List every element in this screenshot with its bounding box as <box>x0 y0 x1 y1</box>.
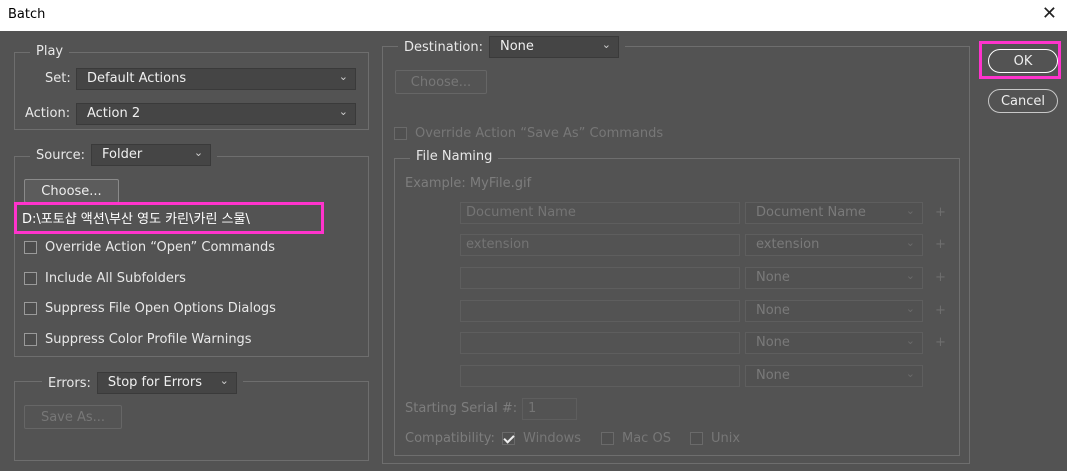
chevron-down-icon: ⌄ <box>193 146 204 159</box>
naming-select-4[interactable]: None ⌄ <box>745 300 923 322</box>
naming-select-value: None <box>756 368 790 383</box>
override-open-checkbox[interactable]: Override Action “Open” Commands <box>24 240 275 255</box>
destination-legend: Destination: None ⌄ <box>398 36 625 58</box>
action-dropdown[interactable]: Action 2 ⌄ <box>76 103 356 125</box>
naming-select-1[interactable]: Document Name ⌄ <box>745 202 923 224</box>
play-legend: Play <box>30 44 70 59</box>
include-subfolders-checkbox[interactable]: Include All Subfolders <box>24 271 186 286</box>
suppress-file-open-checkbox[interactable]: Suppress File Open Options Dialogs <box>24 301 276 316</box>
naming-select-value: extension <box>756 237 820 252</box>
override-open-label: Override Action “Open” Commands <box>45 240 275 255</box>
naming-field-2[interactable]: extension <box>460 234 740 256</box>
checkbox-box[interactable] <box>690 432 703 445</box>
compatibility-label: Compatibility: <box>405 431 495 446</box>
source-value: Folder <box>102 147 143 162</box>
source-choose-button[interactable]: Choose... <box>24 179 119 203</box>
source-label: Source: <box>36 147 86 163</box>
macos-label: Mac OS <box>622 431 671 446</box>
unix-checkbox[interactable]: Unix <box>690 431 740 446</box>
destination-dropdown[interactable]: None ⌄ <box>488 36 619 58</box>
starting-serial-input[interactable]: 1 <box>522 398 577 420</box>
close-icon[interactable]: ✕ <box>1042 3 1057 24</box>
naming-select-value: None <box>756 303 790 318</box>
chevron-down-icon: ⌄ <box>601 38 611 51</box>
add-row-icon[interactable]: + <box>935 205 946 220</box>
add-row-icon[interactable]: + <box>935 303 946 318</box>
errors-save-as-button[interactable]: Save As... <box>24 405 122 429</box>
highlight-box-path <box>14 202 324 234</box>
macos-checkbox[interactable]: Mac OS <box>601 431 671 446</box>
chevron-down-icon: ⌄ <box>905 334 915 347</box>
errors-label: Errors: <box>48 375 91 391</box>
naming-select-2[interactable]: extension ⌄ <box>745 234 923 256</box>
checkbox-box[interactable] <box>24 302 37 315</box>
source-legend: Source: Folder ⌄ <box>30 144 218 166</box>
file-naming-title: File Naming <box>416 149 493 164</box>
naming-field-6[interactable] <box>460 365 740 387</box>
errors-dropdown[interactable]: Stop for Errors ⌄ <box>96 372 237 394</box>
naming-select-3[interactable]: None ⌄ <box>745 267 923 289</box>
errors-value: Stop for Errors <box>107 375 202 390</box>
example-filename: Example: MyFile.gif <box>405 176 532 191</box>
add-row-icon[interactable]: + <box>935 335 946 350</box>
include-subfolders-label: Include All Subfolders <box>45 271 186 286</box>
suppress-color-checkbox[interactable]: Suppress Color Profile Warnings <box>24 332 252 347</box>
unix-label: Unix <box>711 431 741 446</box>
checkbox-box[interactable] <box>502 432 515 445</box>
windows-checkbox[interactable]: Windows <box>502 431 581 446</box>
naming-select-5[interactable]: None ⌄ <box>745 332 923 354</box>
file-naming-legend: File Naming <box>410 149 499 164</box>
source-dropdown[interactable]: Folder ⌄ <box>91 144 212 166</box>
starting-serial-label: Starting Serial #: <box>405 401 518 416</box>
checkbox-box[interactable] <box>24 241 37 254</box>
checkbox-box[interactable] <box>394 127 407 140</box>
title-bar: Batch ✕ <box>0 0 1067 31</box>
window-title: Batch <box>8 7 46 22</box>
set-label: Set: <box>45 71 71 86</box>
chevron-down-icon: ⌄ <box>338 70 348 83</box>
windows-label: Windows <box>523 431 582 446</box>
cancel-button[interactable]: Cancel <box>988 89 1058 113</box>
destination-value: None <box>499 39 534 54</box>
naming-select-value: None <box>756 335 790 350</box>
naming-field-5[interactable] <box>460 332 740 354</box>
add-row-icon[interactable]: + <box>935 237 946 252</box>
naming-field-3[interactable] <box>460 267 740 289</box>
override-save-label: Override Action “Save As” Commands <box>415 126 664 141</box>
naming-field-1[interactable]: Document Name <box>460 202 740 224</box>
action-value: Action 2 <box>87 106 141 121</box>
add-row-icon[interactable]: + <box>935 270 946 285</box>
play-legend-text: Play <box>36 44 64 59</box>
chevron-down-icon: ⌄ <box>219 374 229 387</box>
highlight-box-ok <box>979 41 1061 79</box>
suppress-file-open-label: Suppress File Open Options Dialogs <box>45 301 276 316</box>
action-label: Action: <box>25 106 71 121</box>
chevron-down-icon: ⌄ <box>905 269 915 282</box>
override-save-checkbox[interactable]: Override Action “Save As” Commands <box>394 126 663 141</box>
chevron-down-icon: ⌄ <box>905 236 915 249</box>
naming-select-value: None <box>756 270 790 285</box>
checkbox-box[interactable] <box>24 272 37 285</box>
naming-field-4[interactable] <box>460 300 740 322</box>
chevron-down-icon: ⌄ <box>338 105 348 118</box>
naming-select-value: Document Name <box>756 205 866 220</box>
checkbox-box[interactable] <box>24 333 37 346</box>
errors-legend: Errors: Stop for Errors ⌄ <box>42 372 243 394</box>
chevron-down-icon: ⌄ <box>905 367 915 380</box>
suppress-color-label: Suppress Color Profile Warnings <box>45 332 252 347</box>
checkbox-box[interactable] <box>601 432 614 445</box>
chevron-down-icon: ⌄ <box>905 302 915 315</box>
destination-label: Destination: <box>404 39 483 55</box>
set-value: Default Actions <box>87 71 187 86</box>
naming-select-6[interactable]: None ⌄ <box>745 365 923 387</box>
chevron-down-icon: ⌄ <box>905 204 915 217</box>
set-dropdown[interactable]: Default Actions ⌄ <box>76 68 356 90</box>
destination-choose-button[interactable]: Choose... <box>395 70 487 94</box>
